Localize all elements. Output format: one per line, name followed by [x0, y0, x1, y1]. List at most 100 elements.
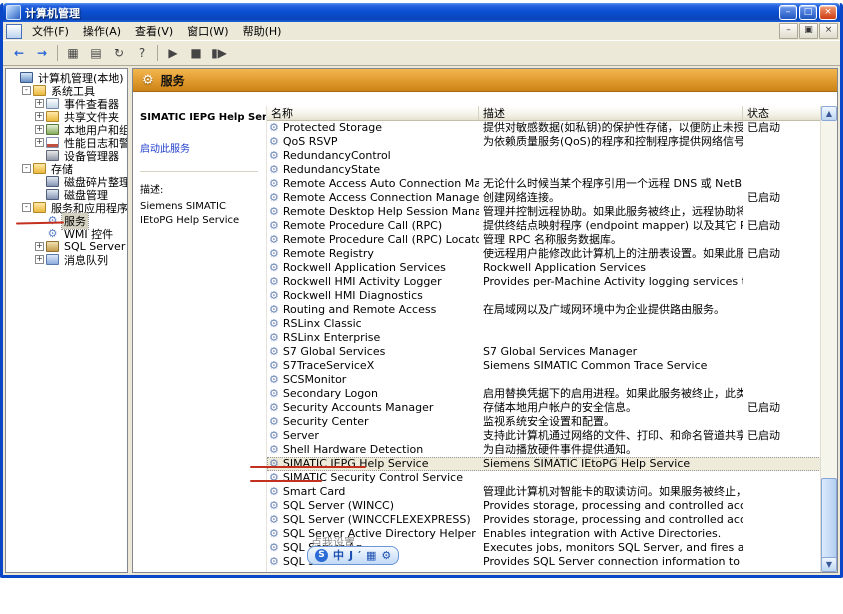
service-row[interactable]: ⚙ RSLinx Enterprise	[267, 331, 821, 345]
service-status	[743, 471, 821, 485]
refresh-icon[interactable]: ↻	[108, 43, 130, 64]
ime-punctuation-icon[interactable]: ′	[358, 548, 361, 563]
close-button[interactable]: ×	[819, 5, 837, 20]
service-description: S7 Global Services Manager	[483, 345, 638, 358]
tree-item[interactable]: + 消息队列	[6, 253, 127, 267]
service-name-cell: ⚙ Smart Card	[267, 485, 479, 499]
service-name-cell: ⚙ Remote Procedure Call (RPC) Locator	[267, 233, 479, 247]
service-row[interactable]: ⚙ Remote Desktop Help Session Manager 管理并控…	[267, 205, 821, 219]
service-row[interactable]: ⚙ Rockwell HMI Diagnostics	[267, 289, 821, 303]
ime-pen-icon[interactable]: J	[349, 548, 353, 563]
mdi-close-button[interactable]: ×	[819, 23, 838, 39]
menu-item[interactable]: 查看(V)	[128, 22, 180, 40]
service-row[interactable]: ⚙ Shell Hardware Detection 为自动播放硬件事件提供通知。	[267, 443, 821, 457]
restart-service-icon[interactable]: ▮▶	[208, 43, 230, 64]
service-row[interactable]: ⚙ RSLinx Classic	[267, 317, 821, 331]
service-name-cell: ⚙ Shell Hardware Detection	[267, 443, 479, 457]
scrollbar-thumb[interactable]	[821, 478, 837, 562]
expand-icon[interactable]: +	[35, 99, 44, 108]
column-header-status[interactable]: 状态	[743, 106, 821, 121]
service-row[interactable]: ⚙ Remote Access Connection Manager 创建网络连接。…	[267, 191, 821, 205]
service-description: Provides storage, processing and control…	[483, 513, 743, 526]
stop-service-icon[interactable]: ■	[185, 43, 207, 64]
collapse-icon[interactable]: -	[22, 164, 31, 173]
service-row[interactable]: ⚙ RedundancyControl	[267, 149, 821, 163]
expand-icon[interactable]: +	[35, 112, 44, 121]
expand-icon[interactable]: +	[35, 125, 44, 134]
users-icon	[46, 124, 59, 135]
service-row[interactable]: ⚙ S7TraceServiceX Siemens SIMATIC Common T…	[267, 359, 821, 373]
menu-item[interactable]: 窗口(W)	[180, 22, 235, 40]
scroll-down-icon[interactable]: ▼	[821, 557, 837, 572]
start-service-link[interactable]: 启动此服务	[140, 140, 260, 155]
column-header-description[interactable]: 描述	[479, 106, 743, 121]
service-gear-icon: ⚙	[269, 387, 279, 400]
menu-item[interactable]: 操作(A)	[76, 22, 128, 40]
service-row[interactable]: ⚙ Secondary Logon 启用替换凭据下的启用进程。如果此服务被终止，此类…	[267, 387, 821, 401]
maximize-button[interactable]: □	[799, 5, 817, 20]
ime-logo[interactable]: S	[315, 549, 328, 562]
collapse-icon[interactable]: -	[22, 203, 31, 212]
service-row[interactable]: ⚙Server 支持此计算机通过网络的文件、打印、和命名管道共享。如果服务停止，这…	[267, 429, 821, 443]
service-row[interactable]: ⚙ SCSMonitor	[267, 373, 821, 387]
collapse-icon[interactable]: -	[22, 86, 31, 95]
service-name: Shell Hardware Detection	[282, 443, 424, 456]
service-row[interactable]: ⚙Remote Access Auto Connection Manager 无论…	[267, 177, 821, 191]
expand-icon[interactable]: +	[35, 255, 44, 264]
scroll-up-icon[interactable]: ▲	[821, 106, 837, 121]
service-status: 已启动	[747, 219, 780, 232]
service-row[interactable]: ⚙ SQL Server (WINCCFLEXEXPRESS) Provides s…	[267, 513, 821, 527]
service-row[interactable]: ⚙QoS RSVP 为依赖质量服务(QoS)的程序和控制程序提供网络信号和本地通信…	[267, 135, 821, 149]
back-icon[interactable]: ←	[8, 43, 30, 64]
service-name: Routing and Remote Access	[282, 303, 437, 316]
ime-chinese-mode-icon[interactable]: 中	[333, 548, 344, 563]
service-row[interactable]: ⚙ SIMATIC IEPG Help Service Siemens SIMATI…	[267, 457, 821, 471]
service-row[interactable]: ⚙ Protected Storage 提供对敏感数据(如私钥)的保护性存储，以便防…	[267, 121, 821, 135]
service-name: Smart Card	[282, 485, 346, 498]
forward-icon[interactable]: →	[31, 43, 53, 64]
help-icon[interactable]: ?	[131, 43, 153, 64]
show-console-tree-icon[interactable]: ▦	[62, 43, 84, 64]
service-name: Rockwell HMI Activity Logger	[282, 275, 442, 288]
service-row[interactable]: ⚙ Security Center 监视系统安全设置和配置。	[267, 415, 821, 429]
service-row[interactable]: ⚙ Remote Procedure Call (RPC) Locator 管理 R…	[267, 233, 821, 247]
service-row[interactable]: ⚙ SIMATIC Security Control Service	[267, 471, 821, 485]
list-header: 名称 描述 状态	[267, 106, 821, 121]
service-name: Remote Procedure Call (RPC)	[282, 219, 443, 232]
service-description: Siemens SIMATIC IEtoPG Help Service	[483, 457, 691, 470]
service-name-cell: ⚙ SQL Server Active Directory Helper	[267, 527, 479, 541]
ime-settings-icon[interactable]: ⚙	[381, 548, 391, 563]
service-row[interactable]: ⚙ S7 Global Services S7 Global Services Ma…	[267, 345, 821, 359]
service-name-cell: ⚙ Rockwell HMI Activity Logger	[267, 275, 479, 289]
service-row[interactable]: ⚙ Remote Registry 使远程用户能修改此计算机上的注册表设置。如果此服…	[267, 247, 821, 261]
service-row[interactable]: ⚙ Routing and Remote Access 在局域网以及广域网环境中为企…	[267, 303, 821, 317]
service-row[interactable]: ⚙ Remote Procedure Call (RPC) 提供终结点映射程序 (e…	[267, 219, 821, 233]
service-row[interactable]: ⚙ Rockwell Application Services Rockwell A…	[267, 261, 821, 275]
service-row[interactable]: ⚙Smart Card 管理此计算机对智能卡的取读访问。如果服务被终止，此计算机将…	[267, 485, 821, 499]
start-service-icon[interactable]: ▶	[162, 43, 184, 64]
properties-icon[interactable]: ▤	[85, 43, 107, 64]
menu-item[interactable]: 文件(F)	[25, 22, 76, 40]
column-header-name[interactable]: 名称	[267, 106, 479, 121]
service-row[interactable]: ⚙ Security Accounts Manager 存储本地用户帐户的安全信息。…	[267, 401, 821, 415]
service-row[interactable]: ⚙ Rockwell HMI Activity Logger Provides pe…	[267, 275, 821, 289]
service-status	[743, 387, 821, 401]
tree-item[interactable]: ⚙ WMI 控件	[6, 227, 127, 241]
service-name-cell: ⚙ Security Accounts Manager	[267, 401, 479, 415]
expand-icon[interactable]: +	[35, 242, 44, 251]
service-row[interactable]: ⚙ RedundancyState	[267, 163, 821, 177]
service-status	[743, 135, 821, 149]
service-row[interactable]: ⚙ SQL Server (WINCC) Provides storage, pro…	[267, 499, 821, 513]
service-description	[479, 163, 743, 177]
expand-icon[interactable]: +	[35, 138, 44, 147]
menu-item[interactable]: 帮助(H)	[236, 22, 289, 40]
service-name-cell: ⚙ SIMATIC IEPG Help Service	[267, 457, 479, 471]
minimize-button[interactable]: –	[779, 5, 797, 20]
mdi-restore-button[interactable]: ▣	[799, 23, 818, 39]
console-window-icon	[6, 23, 22, 39]
vertical-scrollbar[interactable]: ▲ ▼	[820, 106, 837, 572]
mdi-minimize-button[interactable]: –	[779, 23, 798, 39]
ime-softkeyboard-icon[interactable]: ▦	[366, 548, 376, 563]
perf-icon	[46, 137, 59, 148]
service-description: Provides SQL Server connection informati…	[483, 555, 743, 568]
